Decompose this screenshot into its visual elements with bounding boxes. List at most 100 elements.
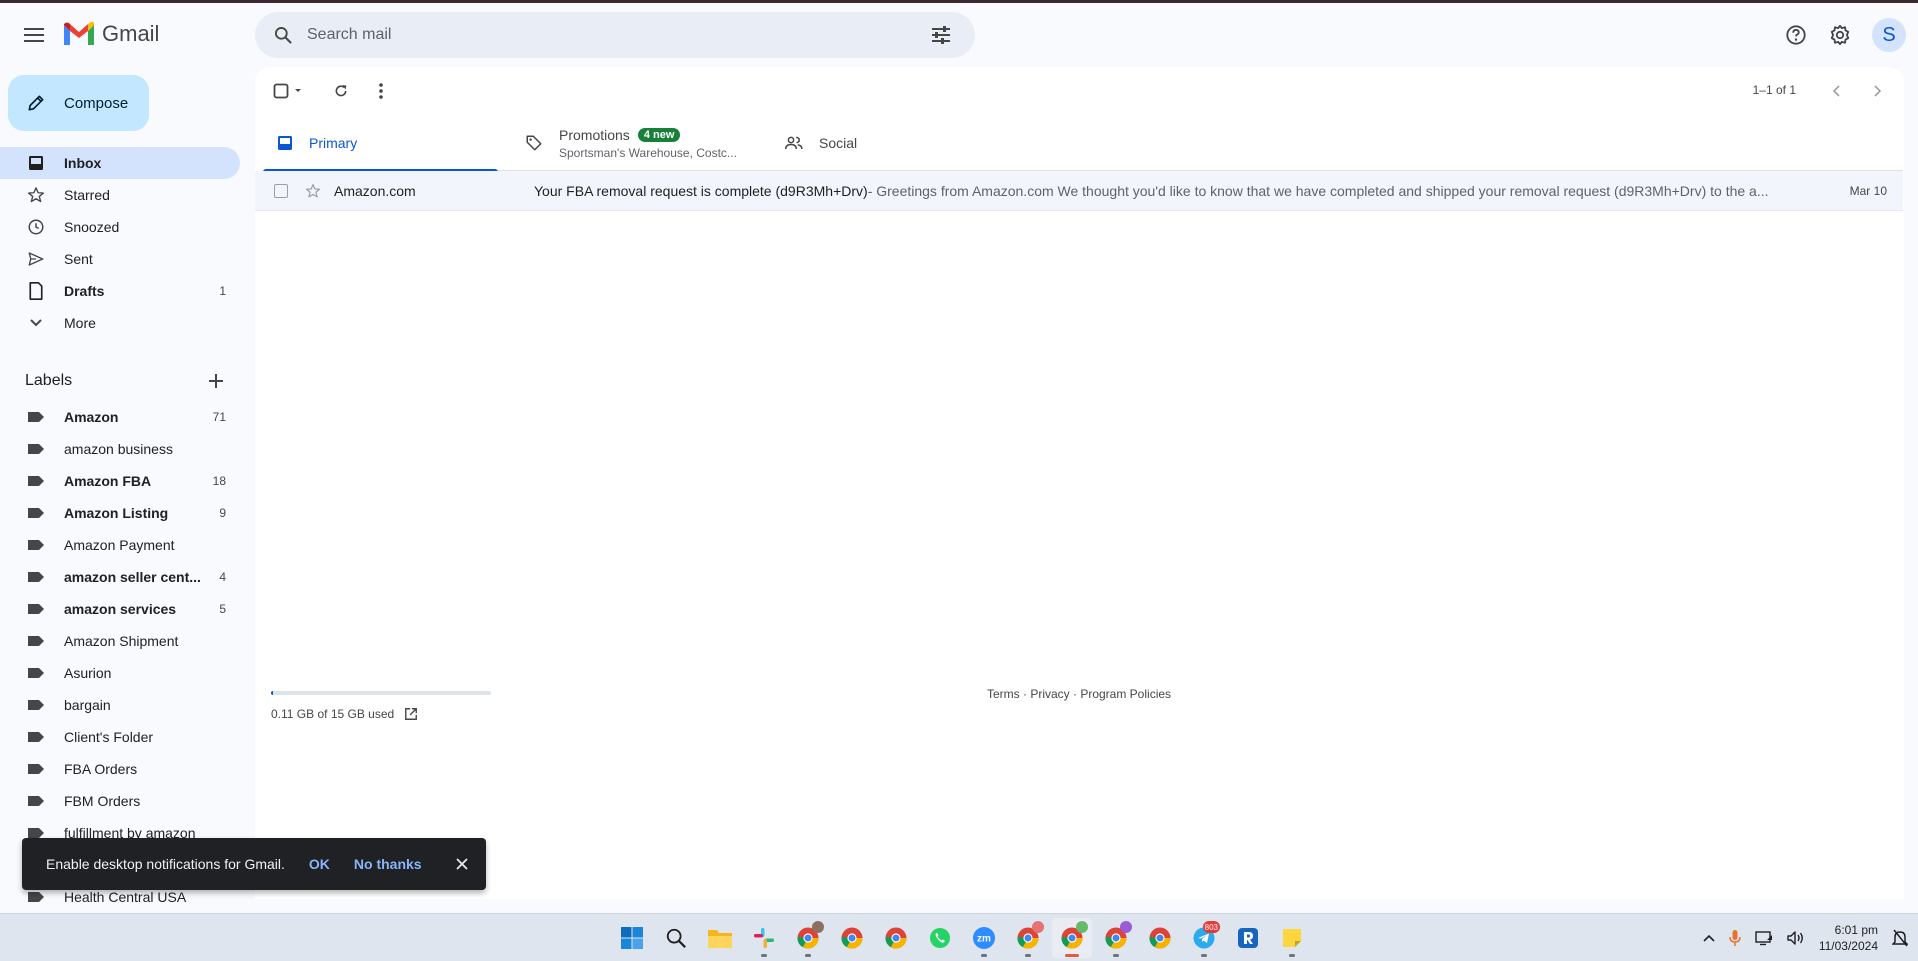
close-icon[interactable] <box>450 852 474 876</box>
compose-button[interactable]: Compose <box>8 75 149 131</box>
nav-item-sent[interactable]: Sent <box>0 243 240 275</box>
system-clock[interactable]: 6:01 pm 11/03/2024 <box>1819 922 1878 954</box>
hamburger-icon <box>24 28 44 42</box>
label-item[interactable]: Amazon FBA 18 <box>0 465 240 497</box>
label-name: Amazon Payment <box>64 537 175 553</box>
nav-item-inbox[interactable]: Inbox <box>0 147 240 179</box>
label-item[interactable]: bargain <box>0 689 240 721</box>
nav-item-label: Inbox <box>64 155 102 171</box>
file-explorer-icon[interactable] <box>700 918 740 958</box>
running-indicator <box>1201 954 1207 957</box>
chrome-profile-5-icon[interactable] <box>1096 918 1136 958</box>
volume-icon[interactable] <box>1787 930 1805 946</box>
microphone-icon[interactable] <box>1729 929 1741 947</box>
label-tag-icon <box>26 567 46 587</box>
draft-icon <box>26 281 46 301</box>
label-item[interactable]: Amazon Listing 9 <box>0 497 240 529</box>
chrome-profile-4-icon[interactable] <box>1008 918 1048 958</box>
clock-icon <box>26 217 46 237</box>
label-count: 71 <box>212 410 226 424</box>
label-tag-icon <box>26 407 46 427</box>
select-all-checkbox[interactable] <box>267 75 311 107</box>
taskbar-search-icon[interactable] <box>656 918 696 958</box>
nav-item-count: 1 <box>219 284 226 298</box>
refresh-icon[interactable] <box>325 75 357 107</box>
label-tag-icon <box>26 791 46 811</box>
gmail-logo[interactable]: Gmail <box>62 21 159 47</box>
label-item[interactable]: Asurion <box>0 657 240 689</box>
help-icon[interactable] <box>1777 16 1815 54</box>
tab-social[interactable]: Social <box>771 115 1006 171</box>
add-label-icon[interactable] <box>208 373 224 389</box>
labels-list: Amazon 71 amazon business Amazon FBA 18 Amazo… <box>0 401 240 913</box>
chevron-up-icon[interactable] <box>1703 934 1715 942</box>
email-select-checkbox[interactable] <box>274 183 288 198</box>
windows-start-icon[interactable] <box>612 918 652 958</box>
main-menu-button[interactable] <box>14 15 54 55</box>
label-name: Amazon Listing <box>64 505 169 521</box>
slack-icon[interactable] <box>744 918 784 958</box>
chevron-right-icon[interactable] <box>1861 75 1893 107</box>
sticky-notes-icon[interactable] <box>1272 918 1312 958</box>
chrome-active-icon[interactable] <box>1052 918 1092 958</box>
label-item[interactable]: FBA Orders <box>0 753 240 785</box>
label-name: bargain <box>64 697 111 713</box>
email-subject: Your FBA removal request is complete (d9… <box>534 182 868 199</box>
more-vert-icon[interactable] <box>365 75 397 107</box>
notification-bell-icon[interactable] <box>1892 929 1908 947</box>
whatsapp-icon[interactable] <box>920 918 960 958</box>
label-name: Amazon FBA <box>64 473 152 489</box>
remote-app-icon[interactable] <box>1228 918 1268 958</box>
running-indicator <box>761 954 767 957</box>
label-item[interactable]: amazon business <box>0 433 240 465</box>
star-toggle-icon[interactable] <box>304 182 322 200</box>
category-tabs: Primary Promotions 4 new Sportsman's War… <box>263 115 1903 172</box>
storage-usage-bar <box>271 691 491 695</box>
email-row[interactable]: Amazon.com Your FBA removal request is c… <box>255 171 1903 211</box>
chrome-profile-3-icon[interactable] <box>876 918 916 958</box>
gmail-m-icon <box>64 21 94 45</box>
chevron-left-icon[interactable] <box>1821 75 1853 107</box>
label-item[interactable]: Amazon 71 <box>0 401 240 433</box>
settings-gear-icon[interactable] <box>1821 16 1859 54</box>
label-item[interactable]: amazon seller cent... 4 <box>0 561 240 593</box>
label-count: 4 <box>219 570 226 584</box>
label-name: FBM Orders <box>64 793 141 809</box>
nav-item-snoozed[interactable]: Snoozed <box>0 211 240 243</box>
label-item[interactable]: FBM Orders <box>0 785 240 817</box>
account-avatar[interactable]: S <box>1872 18 1906 52</box>
search-icon[interactable] <box>267 19 299 51</box>
search-input[interactable] <box>307 26 921 44</box>
nav-item-more[interactable]: More <box>0 307 240 339</box>
tab-promotions[interactable]: Promotions 4 new Sportsman's Warehouse, … <box>511 115 761 171</box>
label-tag-icon <box>26 599 46 619</box>
label-name: amazon business <box>64 441 173 457</box>
chrome-profile-6-icon[interactable] <box>1140 918 1180 958</box>
nav-item-drafts[interactable]: Drafts 1 <box>0 275 240 307</box>
zoom-icon[interactable]: zm <box>964 918 1004 958</box>
search-options-icon[interactable] <box>921 15 961 55</box>
running-indicator <box>1113 954 1119 957</box>
snackbar-ok-button[interactable]: OK <box>309 856 330 872</box>
telegram-icon[interactable]: 803 <box>1184 918 1224 958</box>
label-item[interactable]: Amazon Payment <box>0 529 240 561</box>
label-name: Client's Folder <box>64 729 154 745</box>
chrome-profile-2-icon[interactable] <box>832 918 872 958</box>
search-bar[interactable] <box>255 12 975 58</box>
storage-text: 0.11 GB of 15 GB used <box>271 707 395 721</box>
unread-badge: 803 <box>1202 921 1220 933</box>
label-tag-icon <box>26 663 46 683</box>
snackbar-no-thanks-button[interactable]: No thanks <box>354 856 422 872</box>
chrome-profile-1-icon[interactable] <box>788 918 828 958</box>
label-tag-icon <box>26 535 46 555</box>
tab-primary[interactable]: Primary <box>263 115 498 172</box>
nav-item-starred[interactable]: Starred <box>0 179 240 211</box>
mail-panel: 1–1 of 1 Primary Promotions 4 new Sports… <box>255 67 1904 899</box>
footer-links[interactable]: Terms · Privacy · Program Policies <box>987 687 1171 701</box>
label-item[interactable]: Amazon Shipment <box>0 625 240 657</box>
network-icon[interactable] <box>1755 930 1773 946</box>
label-item[interactable]: amazon services 5 <box>0 593 240 625</box>
profile-badge <box>1120 921 1132 933</box>
external-link-icon[interactable] <box>404 707 418 721</box>
label-item[interactable]: Client's Folder <box>0 721 240 753</box>
